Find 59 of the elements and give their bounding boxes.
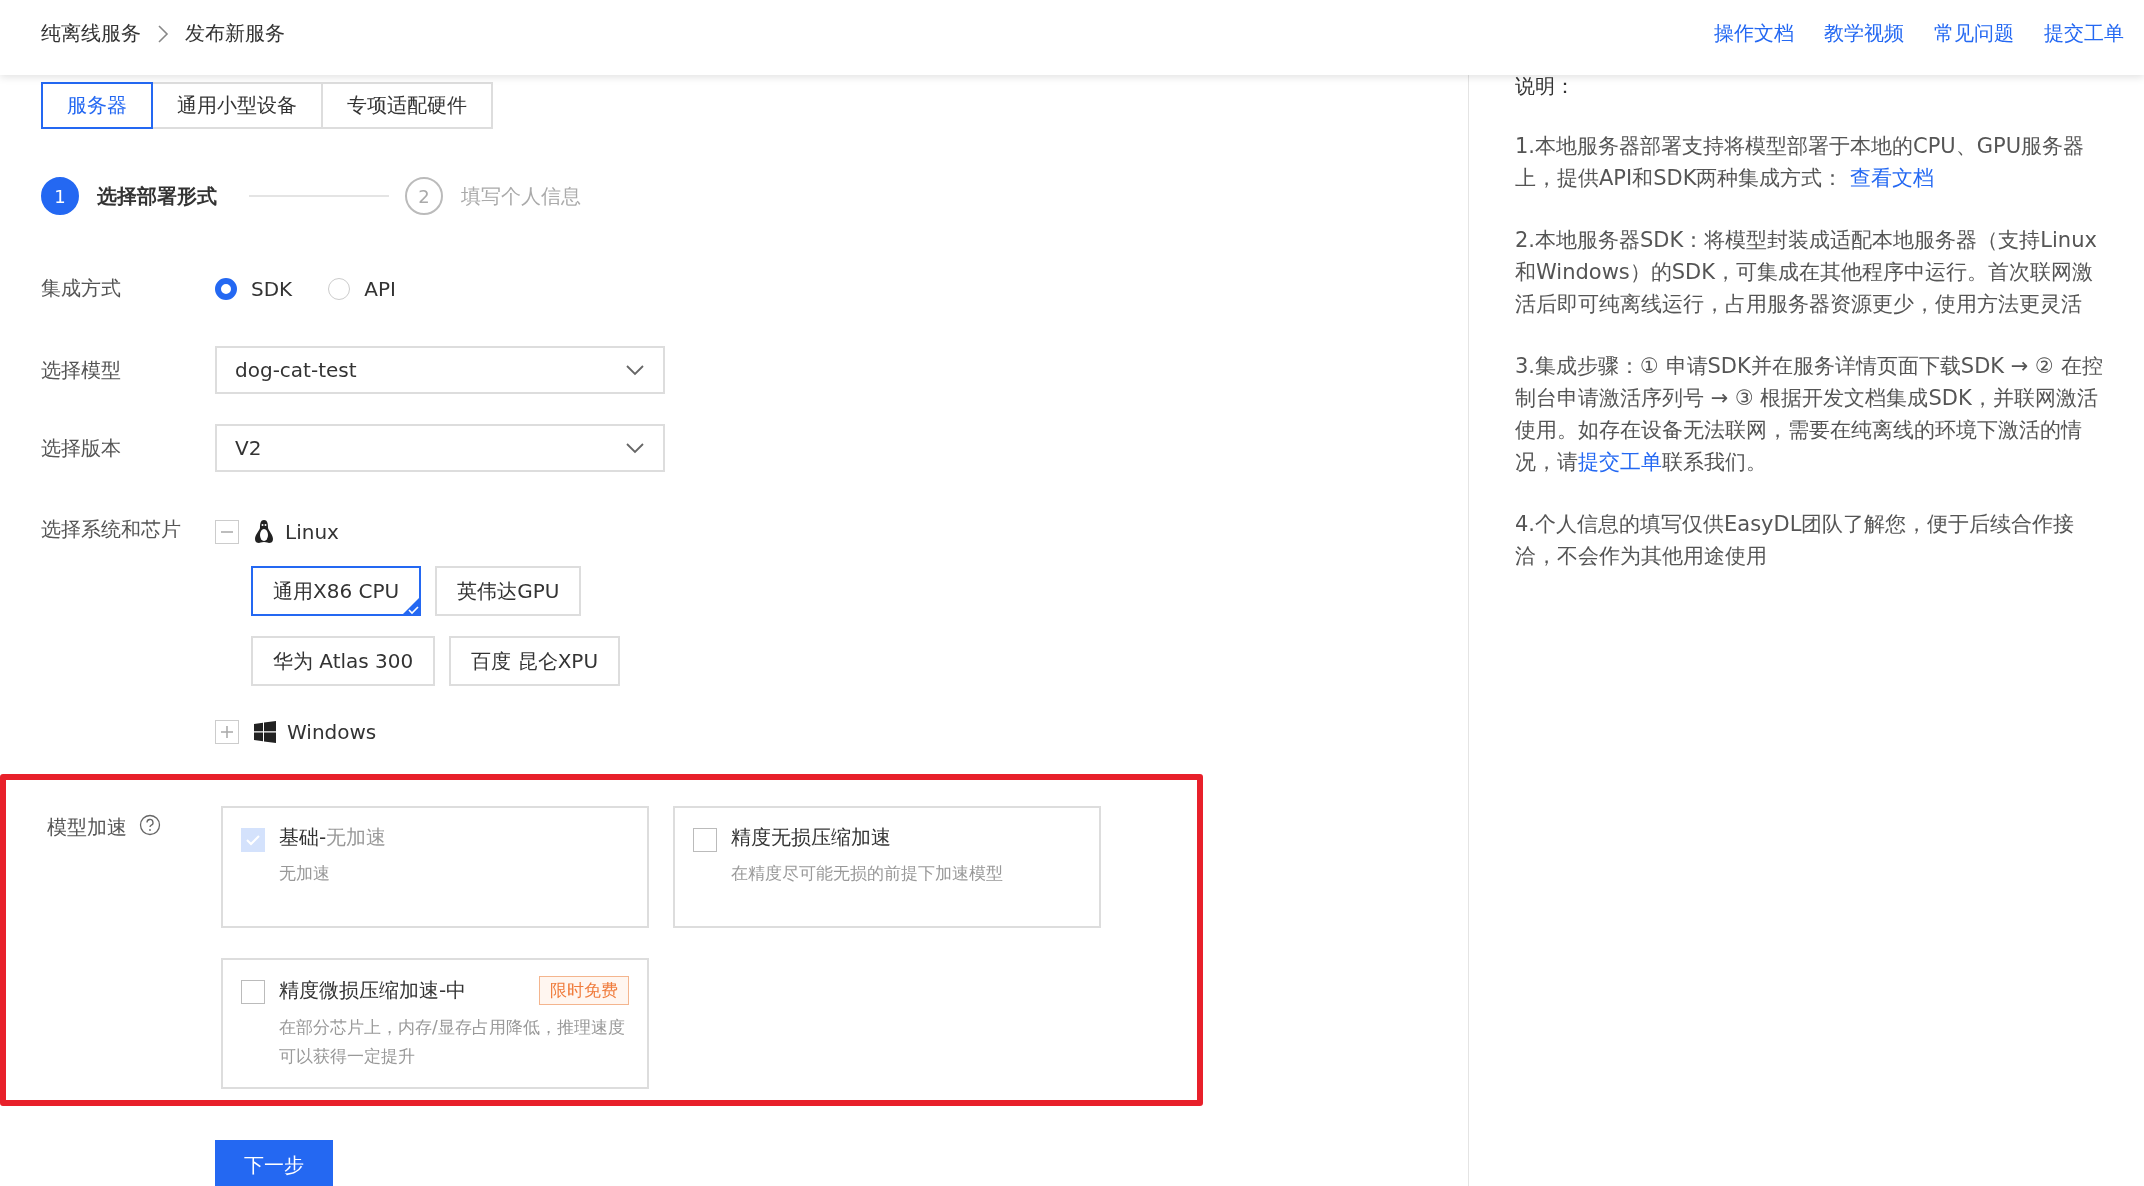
version-dropdown[interactable]: V2 [215, 424, 665, 472]
header-link[interactable]: 提交工单 [2044, 20, 2124, 47]
minus-icon [221, 531, 233, 533]
step-label: 填写个人信息 [461, 182, 581, 210]
inline-link[interactable]: 提交工单 [1578, 450, 1662, 474]
chevron-right-icon [157, 23, 169, 44]
chevron-down-icon [625, 442, 645, 454]
radio-option[interactable]: SDK [215, 276, 293, 301]
tab[interactable]: 通用小型设备 [151, 82, 323, 129]
chip-option[interactable]: 华为 Atlas 300 [251, 636, 436, 686]
expand-toggle[interactable] [215, 720, 239, 744]
option-description: 在部分芯片上，内存/显存占用降低，推理速度可以获得一定提升 [279, 1016, 626, 1068]
breadcrumb-item: 发布新服务 [185, 20, 285, 47]
radio-button[interactable] [215, 277, 237, 300]
option-card[interactable]: 精度无损压缩加速 在精度尽可能无损的前提下加速模型 [673, 806, 1101, 928]
model-dropdown[interactable]: dog-cat-test [215, 346, 665, 394]
help-icon[interactable] [139, 814, 161, 836]
collapse-toggle[interactable] [215, 520, 239, 544]
promo-badge: 限时免费 [539, 976, 629, 1005]
option-title: 基础-无加速 [279, 824, 387, 851]
header-link[interactable]: 常见问题 [1934, 20, 2014, 47]
header-link[interactable]: 教学视频 [1824, 20, 1904, 47]
field-label: 集成方式 [41, 275, 122, 302]
plus-icon [221, 726, 233, 738]
tab[interactable]: 专项适配硬件 [321, 82, 493, 129]
os-name: Windows [287, 720, 377, 744]
option-card[interactable]: 精度微损压缩加速-中 限时免费 在部分芯片上，内存/显存占用降低，推理速度可以获得一定提升 [221, 958, 649, 1089]
checkbox[interactable] [693, 828, 717, 852]
checkbox[interactable] [241, 980, 265, 1004]
option-description: 在精度尽可能无损的前提下加速模型 [731, 862, 1003, 885]
tab[interactable]: 服务器 [41, 82, 153, 129]
corner-checkmark-icon [402, 597, 421, 615]
next-button[interactable]: 下一步 [215, 1140, 333, 1186]
field-label: 模型加速 [47, 814, 127, 841]
chip-option[interactable]: 英伟达GPU [435, 566, 582, 616]
breadcrumb-item[interactable]: 纯离线服务 [41, 20, 141, 47]
windows-logo-icon [253, 720, 277, 744]
inline-link[interactable]: 查看文档 [1850, 166, 1935, 190]
chevron-down-icon [625, 364, 645, 376]
option-title: 精度无损压缩加速 [731, 824, 891, 851]
radio-option[interactable]: API [328, 276, 396, 301]
os-name: Linux [285, 520, 339, 544]
note-paragraph: 3.集成步骤：① 申请SDK并在服务详情页面下载SDK → ② 在控制台申请激活序列号 → ③ 根据开发文档集成SDK，并联网激活使用。如存在设备无法联网，需要在纯离线的环境下激活的情况，请提交工单联系我们。 [1515, 353, 2104, 476]
step-label: 选择部署形式 [97, 182, 217, 210]
note-paragraph: 2.本地服务器SDK：将模型封装成适配本地服务器（支持Linux和Windows）的SDK，可集成在其他程序中运行。首次联网激活后即可纯离线运行，占用服务器资源更少，使用方法更灵活 [1515, 227, 2098, 318]
note-paragraph: 1.本地服务器部署支持将模型部署于本地的CPU、GPU服务器上，提供API和SDK两种集成方式： 查看文档 [1515, 133, 2086, 192]
option-description: 无加速 [279, 862, 331, 885]
penguin-icon [253, 519, 275, 545]
chip-option[interactable]: 百度 昆仑XPU [449, 636, 621, 686]
field-label: 选择模型 [41, 356, 122, 384]
chip-option[interactable]: 通用X86 CPU [251, 566, 422, 616]
header-link[interactable]: 操作文档 [1714, 20, 1794, 47]
step-number: 1 [41, 177, 79, 215]
field-label: 选择系统和芯片 [41, 516, 182, 543]
step-number: 2 [405, 177, 443, 215]
notes-title: 说明： [1515, 73, 1576, 100]
option-title: 精度微损压缩加速-中 [279, 977, 467, 1004]
note-paragraph: 4.个人信息的填写仅供EasyDL团队了解您，便于后续合作接洽，不会作为其他用途使用 [1515, 511, 2076, 570]
field-label: 选择版本 [41, 434, 122, 462]
